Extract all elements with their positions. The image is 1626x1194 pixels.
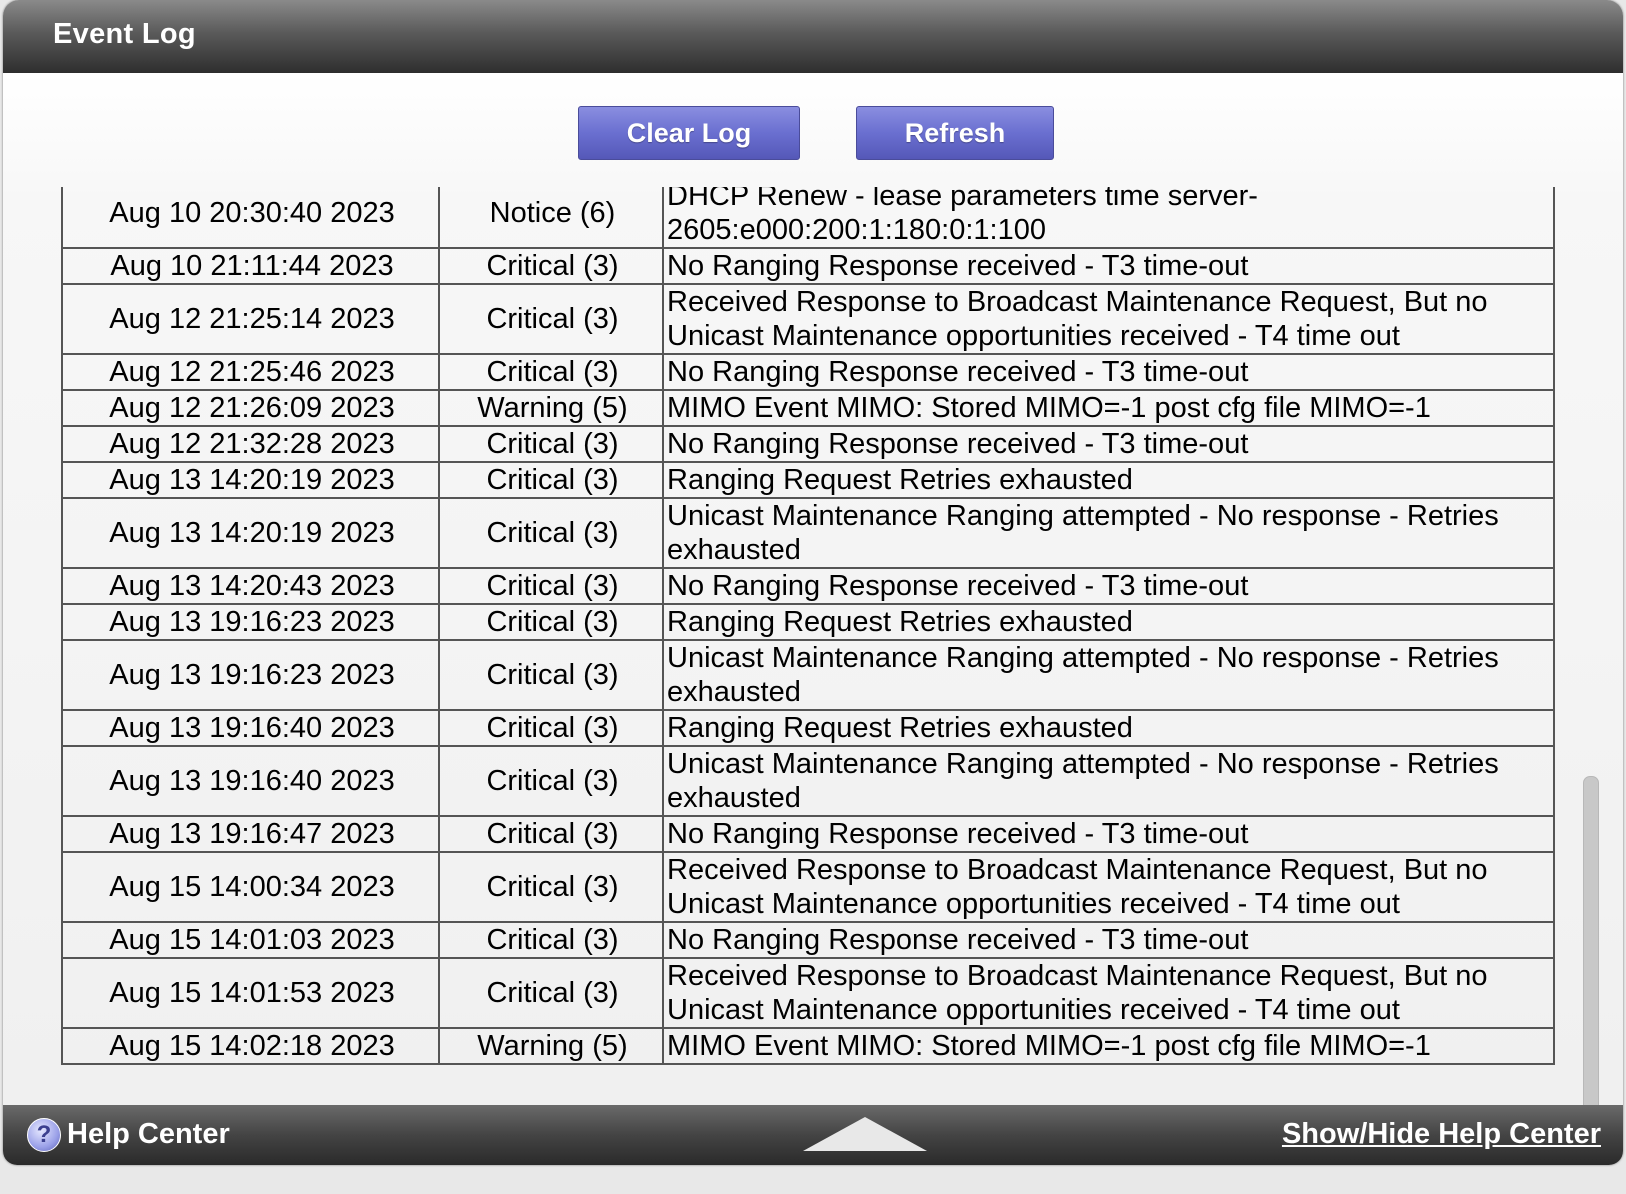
log-message-cell: Ranging Request Retries exhausted	[662, 461, 1555, 499]
log-severity-cell: Critical (3)	[438, 957, 664, 1029]
log-date-cell: Aug 10 20:30:40 2023	[61, 187, 440, 249]
title-bar: Event Log	[3, 0, 1623, 73]
log-date-cell: Aug 13 19:16:23 2023	[61, 603, 440, 641]
table-row: Aug 15 14:01:53 2023 Critical (3) Received…	[61, 957, 1555, 1029]
clear-log-button[interactable]: Clear Log	[578, 106, 800, 160]
table-row: Aug 13 19:16:40 2023 Critical (3) Ranging …	[61, 709, 1555, 747]
log-date-cell: Aug 13 14:20:19 2023	[61, 461, 440, 499]
log-date-cell: Aug 12 21:32:28 2023	[61, 425, 440, 463]
log-date-cell: Aug 12 21:26:09 2023	[61, 389, 440, 427]
log-severity-cell: Critical (3)	[438, 639, 664, 711]
log-severity-cell: Critical (3)	[438, 815, 664, 853]
event-log-window: Event Log Clear Log Refresh Aug 10 20:30…	[3, 0, 1623, 1165]
log-date-cell: Aug 13 19:16:40 2023	[61, 709, 440, 747]
log-severity-cell: Critical (3)	[438, 425, 664, 463]
log-date-cell: Aug 13 14:20:19 2023	[61, 497, 440, 569]
table-row: Aug 15 14:02:18 2023 Warning (5) MIMO Even…	[61, 1027, 1555, 1065]
log-message-cell: No Ranging Response received - T3 time-o…	[662, 567, 1555, 605]
up-arrow-icon[interactable]	[803, 1117, 927, 1151]
log-date-cell: Aug 13 19:16:23 2023	[61, 639, 440, 711]
log-date-cell: Aug 15 14:01:53 2023	[61, 957, 440, 1029]
log-message-cell: Ranging Request Retries exhausted	[662, 709, 1555, 747]
log-message-cell: No Ranging Response received - T3 time-o…	[662, 425, 1555, 463]
log-date-cell: Aug 12 21:25:46 2023	[61, 353, 440, 391]
log-severity-cell: Critical (3)	[438, 353, 664, 391]
log-message-cell: Received Response to Broadcast Maintenan…	[662, 957, 1555, 1029]
log-date-cell: Aug 13 14:20:43 2023	[61, 567, 440, 605]
log-severity-cell: Critical (3)	[438, 603, 664, 641]
table-row: Aug 12 21:32:28 2023 Critical (3) No Rangi…	[61, 425, 1555, 463]
log-message-cell: Unicast Maintenance Ranging attempted - …	[662, 745, 1555, 817]
log-date-cell: Aug 13 19:16:47 2023	[61, 815, 440, 853]
refresh-button[interactable]: Refresh	[856, 106, 1054, 160]
table-row: Aug 10 21:11:44 2023 Critical (3) No Rangi…	[61, 247, 1555, 285]
log-message-cell: No Ranging Response received - T3 time-o…	[662, 921, 1555, 959]
log-message-cell: No Ranging Response received - T3 time-o…	[662, 353, 1555, 391]
table-row: Aug 13 19:16:23 2023 Critical (3) Unicast …	[61, 639, 1555, 711]
log-date-cell: Aug 15 14:01:03 2023	[61, 921, 440, 959]
table-row: Aug 12 21:25:46 2023 Critical (3) No Rangi…	[61, 353, 1555, 391]
log-severity-cell: Notice (6)	[438, 187, 664, 249]
table-row: Aug 15 14:00:34 2023 Critical (3) Received…	[61, 851, 1555, 923]
help-question-icon[interactable]: ?	[27, 1118, 61, 1152]
log-severity-cell: Critical (3)	[438, 709, 664, 747]
log-table-body: Aug 10 20:30:40 2023 Notice (6) DHCP Renew…	[61, 187, 1555, 1065]
log-severity-cell: Critical (3)	[438, 247, 664, 285]
table-row: Aug 12 21:25:14 2023 Critical (3) Received…	[61, 283, 1555, 355]
help-center-label: Help Center	[67, 1118, 230, 1150]
table-row: Aug 13 19:16:47 2023 Critical (3) No Rangi…	[61, 815, 1555, 853]
log-severity-cell: Critical (3)	[438, 283, 664, 355]
log-severity-cell: Critical (3)	[438, 567, 664, 605]
log-date-cell: Aug 10 21:11:44 2023	[61, 247, 440, 285]
log-severity-cell: Warning (5)	[438, 389, 664, 427]
log-date-cell: Aug 15 14:00:34 2023	[61, 851, 440, 923]
log-message-cell: No Ranging Response received - T3 time-o…	[662, 247, 1555, 285]
log-severity-cell: Critical (3)	[438, 921, 664, 959]
log-date-cell: Aug 13 19:16:40 2023	[61, 745, 440, 817]
log-message-cell: Unicast Maintenance Ranging attempted - …	[662, 497, 1555, 569]
table-row: Aug 12 21:26:09 2023 Warning (5) MIMO Even…	[61, 389, 1555, 427]
log-message-cell: Received Response to Broadcast Maintenan…	[662, 851, 1555, 923]
table-row: Aug 13 14:20:19 2023 Critical (3) Unicast …	[61, 497, 1555, 569]
log-message-cell: MIMO Event MIMO: Stored MIMO=-1 post cfg…	[662, 1027, 1555, 1065]
log-severity-cell: Critical (3)	[438, 461, 664, 499]
log-severity-cell: Warning (5)	[438, 1027, 664, 1065]
table-row: Aug 13 19:16:40 2023 Critical (3) Unicast …	[61, 745, 1555, 817]
help-center-bar: ? Help Center Show/Hide Help Center	[3, 1105, 1623, 1165]
log-message-cell: Received Response to Broadcast Maintenan…	[662, 283, 1555, 355]
table-row: Aug 13 19:16:23 2023 Critical (3) Ranging …	[61, 603, 1555, 641]
log-message-cell: MIMO Event MIMO: Stored MIMO=-1 post cfg…	[662, 389, 1555, 427]
log-message-cell: Unicast Maintenance Ranging attempted - …	[662, 639, 1555, 711]
page-title: Event Log	[53, 18, 196, 50]
event-log-table: Aug 10 20:30:40 2023 Notice (6) DHCP Renew…	[61, 187, 1555, 1065]
table-row: Aug 13 14:20:19 2023 Critical (3) Ranging …	[61, 461, 1555, 499]
log-severity-cell: Critical (3)	[438, 851, 664, 923]
table-row: Aug 13 14:20:43 2023 Critical (3) No Rangi…	[61, 567, 1555, 605]
table-row: Aug 15 14:01:03 2023 Critical (3) No Rangi…	[61, 921, 1555, 959]
log-message-cell: DHCP Renew - lease parameters time serve…	[662, 187, 1555, 249]
log-date-cell: Aug 12 21:25:14 2023	[61, 283, 440, 355]
log-severity-cell: Critical (3)	[438, 745, 664, 817]
log-message-cell: No Ranging Response received - T3 time-o…	[662, 815, 1555, 853]
show-hide-help-center-link[interactable]: Show/Hide Help Center	[1282, 1118, 1601, 1151]
log-message-cell: Ranging Request Retries exhausted	[662, 603, 1555, 641]
log-severity-cell: Critical (3)	[438, 497, 664, 569]
log-date-cell: Aug 15 14:02:18 2023	[61, 1027, 440, 1065]
content-area: Clear Log Refresh Aug 10 20:30:40 2023 No…	[3, 73, 1623, 1165]
table-row: Aug 10 20:30:40 2023 Notice (6) DHCP Renew…	[61, 187, 1555, 249]
log-table-viewport[interactable]: Aug 10 20:30:40 2023 Notice (6) DHCP Renew…	[61, 187, 1555, 1107]
